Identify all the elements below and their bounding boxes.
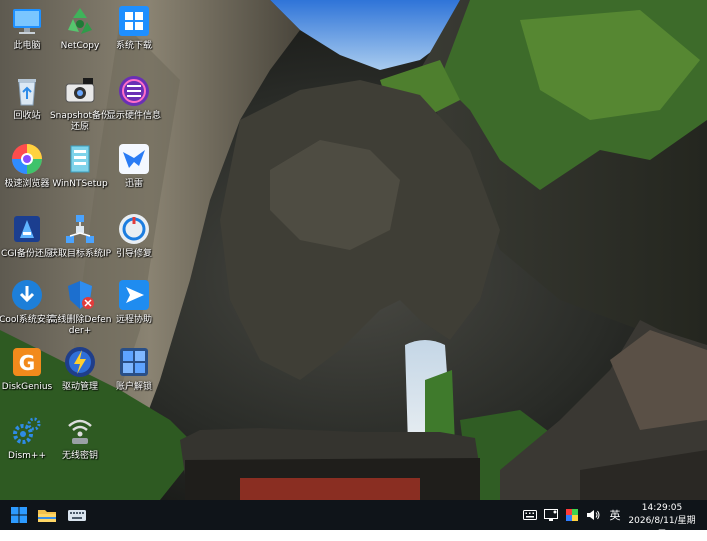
volume-icon[interactable]: [585, 507, 601, 523]
desktop-icon-label: 引导修复: [115, 249, 152, 259]
defender-shield-icon: [68, 281, 94, 309]
desktop-icon-account-unlock[interactable]: 账户解锁: [102, 345, 166, 393]
recycle-bin-icon: [18, 79, 36, 106]
windows-start-icon: [11, 507, 27, 523]
browser-icon: [12, 144, 42, 174]
taskbar-keyboard-app[interactable]: [65, 503, 89, 527]
driver-manager-icon: [65, 347, 95, 377]
desktop-icon-system-download[interactable]: 系统下载: [102, 4, 166, 52]
keyboard-app-icon: [68, 510, 86, 521]
desktop-icon-label: 账户解锁: [115, 382, 152, 392]
diskgenius-icon: G: [13, 348, 41, 376]
ime-indicator[interactable]: 英: [606, 507, 624, 523]
desktop-icon-thunder[interactable]: 迅雷: [102, 142, 166, 190]
wifi-key-icon: [68, 419, 92, 444]
recycle-arrows-icon: [68, 8, 92, 34]
file-explorer-icon: [38, 510, 56, 522]
keyboard-tray-icon[interactable]: [522, 507, 538, 523]
hardware-info-icon: [119, 76, 149, 106]
computer-icon: [13, 9, 41, 34]
gears-icon: [13, 417, 41, 444]
desktop-icon-remote-assist[interactable]: 远程协助: [102, 278, 166, 326]
thunder-bird-icon: [119, 144, 149, 174]
desktop-icon-hardware-info[interactable]: 显示硬件信息: [102, 74, 166, 122]
color-picker-tray-icon[interactable]: [564, 507, 580, 523]
remote-assist-icon: [119, 280, 149, 310]
snapshot-camera-icon: [65, 78, 95, 103]
start-button[interactable]: [7, 503, 31, 527]
svg-text:G: G: [19, 351, 35, 375]
taskbar: 英 14:29:05 2026/8/11/星期二: [0, 500, 707, 539]
desktop-icon-label: 迅雷: [124, 179, 143, 189]
windows-logo-icon: [119, 6, 149, 36]
winntsetup-icon: [70, 145, 90, 173]
desktop-icon-label: 无线密钥: [61, 451, 98, 461]
ime-label: 英: [609, 509, 621, 522]
desktop-icon-label: 显示硬件信息: [106, 111, 161, 121]
desktop-icon-boot-repair[interactable]: 引导修复: [102, 212, 166, 260]
monitor-tray-icon[interactable]: [543, 507, 559, 523]
network-ip-icon: [66, 215, 94, 243]
download-install-icon: [12, 280, 42, 310]
taskbar-clock[interactable]: 14:29:05 2026/8/11/星期二: [627, 502, 697, 541]
system-tray: 英: [522, 500, 629, 530]
desktop-icon-wifi-key[interactable]: 无线密钥: [48, 414, 112, 462]
desktop-icon-label: 系统下载: [115, 41, 152, 51]
desktop-icon-grid: 此电脑 回收站 极速浏览器 CGI备份还原 Cool系统安装 G DiskGen…: [0, 0, 707, 500]
clock-date: 2026/8/11/星期二: [628, 516, 696, 539]
cgi-backup-icon: [14, 216, 40, 242]
taskbar-file-explorer[interactable]: [35, 503, 59, 527]
desktop-icon-label: 远程协助: [115, 315, 152, 325]
boot-repair-icon: [119, 214, 149, 244]
clock-time: 14:29:05: [641, 503, 683, 513]
account-unlock-icon: [120, 348, 148, 376]
